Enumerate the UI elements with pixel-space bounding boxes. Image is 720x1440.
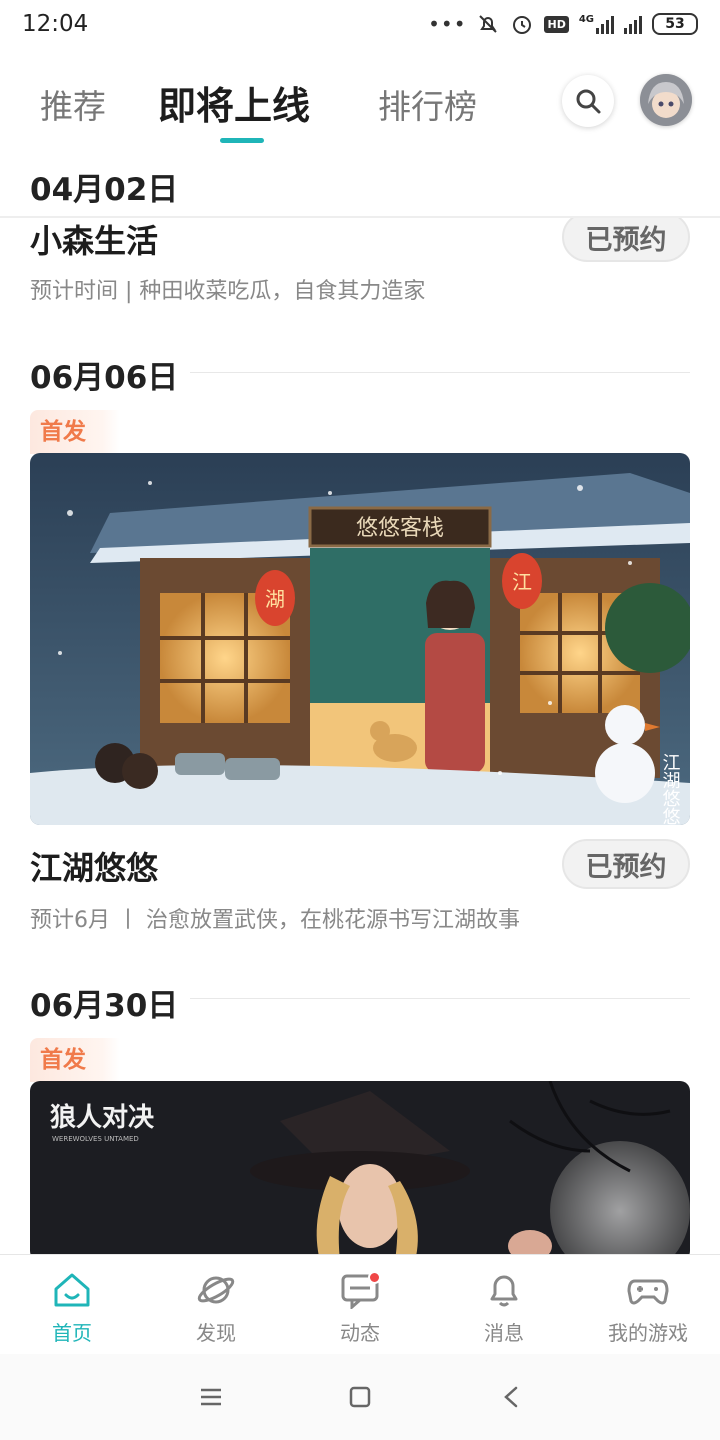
- game-description: 预计时间 | 种田收菜吃瓜，自食其力造家: [30, 279, 426, 304]
- banner-game-logo: 狼人对决: [50, 1102, 154, 1133]
- nav-discover[interactable]: 发现: [144, 1255, 288, 1354]
- game-title: 小森生活: [30, 222, 159, 260]
- home-icon: [54, 1273, 90, 1307]
- nav-home[interactable]: 首页: [0, 1255, 144, 1354]
- sticky-date-header: 04月02日: [0, 150, 720, 218]
- reserved-button[interactable]: 已预约: [562, 212, 690, 262]
- tab-upcoming[interactable]: 即将上线: [158, 75, 310, 130]
- nav-my-games[interactable]: 我的游戏: [576, 1255, 720, 1354]
- nav-feed[interactable]: 动态: [288, 1255, 432, 1354]
- date-divider: [190, 372, 690, 373]
- bell-icon: [490, 1275, 518, 1307]
- date-label: 06月30日: [30, 988, 179, 1024]
- lantern-right-text: 江: [512, 570, 532, 594]
- search-icon: [576, 89, 601, 114]
- status-time: 12:04: [22, 11, 89, 37]
- hd-icon: HD: [544, 15, 569, 33]
- nav-label: 首页: [52, 1321, 92, 1345]
- status-bar: 12:04 ••• HD 4G 53: [0, 0, 720, 52]
- cellular-4g-icon: 4G: [579, 14, 614, 34]
- system-navigation-bar: [0, 1354, 720, 1440]
- active-tab-indicator: [220, 138, 264, 143]
- nav-label: 动态: [340, 1321, 380, 1345]
- date-label: 06月06日: [30, 360, 179, 396]
- mute-icon: [479, 15, 498, 33]
- planet-icon: [197, 1276, 235, 1304]
- game-title: 江湖悠悠: [30, 849, 159, 887]
- game-description: 预计6月 丨 治愈放置武侠，在桃花源书写江湖故事: [30, 908, 520, 933]
- game-banner-werewolf[interactable]: 狼人对决 WEREWOLVES UNTAMED: [30, 1081, 690, 1261]
- top-tab-bar: 推荐 即将上线 排行榜: [0, 60, 720, 150]
- tab-ranking[interactable]: 排行榜: [378, 80, 477, 128]
- banner-game-subtitle: WEREWOLVES UNTAMED: [52, 1135, 139, 1143]
- user-avatar[interactable]: [640, 74, 692, 126]
- gamepad-icon: [627, 1279, 669, 1305]
- nav-label: 消息: [484, 1321, 524, 1345]
- banner-game-logo: 江湖悠悠: [660, 753, 681, 825]
- nav-label: 我的游戏: [608, 1321, 688, 1345]
- banner-illustration: 悠悠客栈 湖 江 江湖悠悠: [30, 453, 690, 825]
- network-type-label: 4G: [578, 14, 594, 25]
- lantern-left-text: 湖: [265, 587, 285, 611]
- game-banner-jianghu[interactable]: 悠悠客栈 湖 江 江湖悠悠: [30, 453, 690, 825]
- first-release-tag: 首发: [30, 410, 120, 454]
- bottom-navigation: 首页 发现 动态 消息 我的游戏: [0, 1254, 720, 1354]
- cellular-signal-icon: [624, 14, 642, 34]
- battery-indicator: 53: [652, 13, 698, 35]
- tab-recommend[interactable]: 推荐: [40, 80, 106, 128]
- first-release-tag: 首发: [30, 1038, 120, 1082]
- shop-sign-text: 悠悠客栈: [356, 516, 444, 541]
- notification-badge: [368, 1271, 381, 1284]
- back-icon[interactable]: [498, 1385, 524, 1409]
- nav-messages[interactable]: 消息: [432, 1255, 576, 1354]
- nav-label: 发现: [196, 1321, 236, 1345]
- search-button[interactable]: [562, 75, 614, 127]
- banner-illustration: 狼人对决 WEREWOLVES UNTAMED: [30, 1081, 690, 1261]
- status-icons: ••• HD 4G 53: [428, 12, 698, 36]
- reserved-button[interactable]: 已预约: [562, 839, 690, 889]
- home-square-icon[interactable]: [347, 1385, 373, 1409]
- date-divider: [190, 998, 690, 999]
- date-label: 04月02日: [30, 172, 179, 208]
- alarm-icon: [513, 16, 532, 34]
- menu-icon[interactable]: [198, 1385, 224, 1409]
- more-dots-icon: •••: [428, 12, 467, 36]
